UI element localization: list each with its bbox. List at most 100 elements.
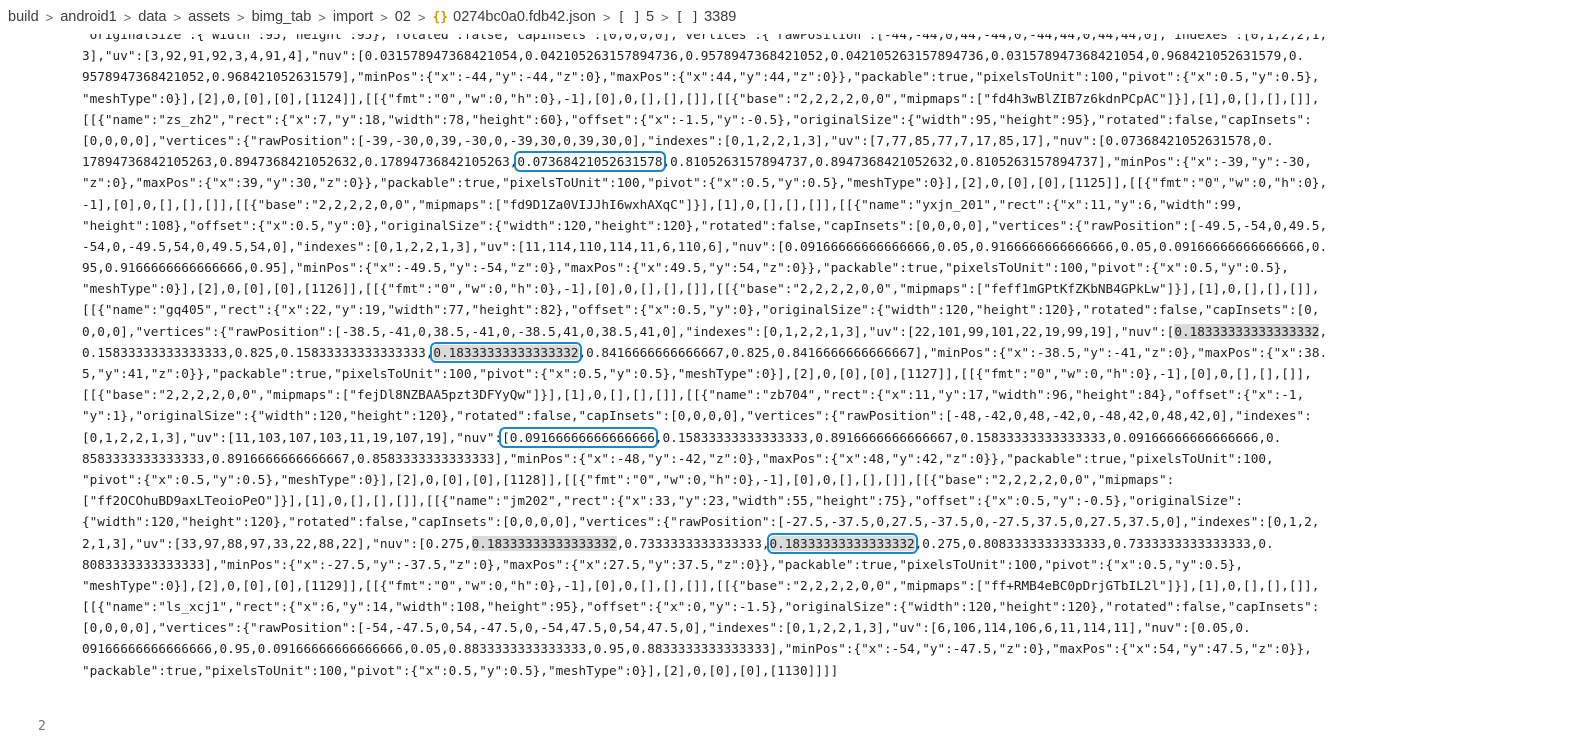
chevron-right-icon: > — [661, 9, 669, 25]
code-line[interactable]: ["ff2OCOhuBD9axLTeoioPeO"]}],[1],0,[],[]… — [82, 490, 1582, 511]
breadcrumb-item-assets[interactable]: assets — [186, 9, 232, 25]
code-line[interactable]: [0,0,0,0],"vertices":{"rawPosition":[-39… — [82, 130, 1582, 151]
code-text: "meshType":0}],[2],0,[0],[0],[1124]],[[{… — [82, 90, 1320, 106]
chevron-right-icon: > — [318, 9, 326, 25]
code-text: -1],[0],0,[],[],[]],[[{"base":"2,2,2,2,0… — [82, 196, 1244, 212]
code-text: "z":0},"maxPos":{"x":39,"y":30,"z":0}},"… — [82, 175, 1328, 191]
code-text: "y":1},"originalSize":{"width":120,"heig… — [82, 408, 1312, 424]
code-text: [[{"name":"ls_xcj1","rect":{"x":6,"y":14… — [82, 599, 1320, 615]
code-line[interactable]: -1],[0],0,[],[],[]],[[{"base":"2,2,2,2,0… — [82, 194, 1582, 215]
code-text: "originalSize":{"width":95,"height":95},… — [82, 34, 1328, 42]
code-line[interactable]: 9578947368421052,0.968421052631579],"min… — [82, 66, 1582, 87]
breadcrumb-item-import[interactable]: import — [331, 9, 375, 25]
node-label: 5 — [645, 9, 655, 25]
code-line[interactable]: {"width":120,"height":120},"rotated":fal… — [82, 511, 1582, 532]
code-text: [0,0,0,0],"vertices":{"rawPosition":[-39… — [82, 132, 1274, 148]
code-text: , — [1319, 323, 1328, 339]
code-text: ,0.275,0.8083333333333333,0.733333333333… — [914, 535, 1274, 551]
breadcrumb-item-android1[interactable]: android1 — [58, 9, 118, 25]
code-line[interactable]: 09166666666666666,0.95,0.091666666666666… — [82, 638, 1582, 659]
breadcrumb-item-build[interactable]: build — [6, 9, 41, 25]
breadcrumb-item-bimg-tab[interactable]: bimg_tab — [250, 9, 314, 25]
search-match-highlight: 0.18333333333333332 — [766, 532, 918, 554]
chevron-right-icon: > — [380, 9, 388, 25]
code-line[interactable]: 5,"y":41,"z":0}},"packable":true,"pixels… — [82, 363, 1582, 384]
selection-highlight: 0.18333333333333332 — [471, 535, 617, 551]
code-text: ,0.8105263157894737,0.8947368421052632,0… — [662, 154, 1312, 170]
code-text: 17894736842105263,0.8947368421052632,0.1… — [82, 154, 518, 170]
code-text: 0,0,0],"vertices":{"rawPosition":[-38.5,… — [82, 323, 1175, 339]
code-line[interactable]: 3],"uv":[3,92,91,92,3,4,91,4],"nuv":[0.0… — [82, 45, 1582, 66]
breadcrumb-item-node-3389[interactable]: [ ] 3389 — [674, 9, 739, 25]
chevron-right-icon: > — [417, 9, 426, 25]
code-line[interactable]: 8083333333333333],"minPos":{"x":-27.5,"y… — [82, 554, 1582, 575]
code-text: 2,1,3],"uv":[33,97,88,97,33,22,88,22],"n… — [82, 535, 472, 551]
code-text: "meshType":0}],[2],0,[0],[0],[1126]],[[{… — [82, 281, 1320, 297]
code-line[interactable]: "meshType":0}],[2],0,[0],[0],[1129]],[[{… — [82, 575, 1582, 596]
code-text: 8583333333333333,0.8916666666666667,0.85… — [82, 450, 1274, 466]
chevron-right-icon: > — [173, 9, 182, 25]
code-line[interactable]: [0,1,2,2,1,3],"uv":[11,103,107,103,11,19… — [82, 426, 1582, 448]
code-line[interactable]: "packable":true,"pixelsToUnit":100,"pivo… — [82, 660, 1582, 681]
code-text: "pivot":{"x":0.5,"y":0.5},"meshType":0}]… — [82, 471, 1175, 487]
breadcrumb-item-02[interactable]: 02 — [393, 9, 413, 25]
code-text: 8083333333333333],"minPos":{"x":-27.5,"y… — [82, 556, 1244, 572]
code-line[interactable]: "meshType":0}],[2],0,[0],[0],[1124]],[[{… — [82, 88, 1582, 109]
code-text: "packable":true,"pixelsToUnit":100,"pivo… — [82, 662, 839, 678]
chevron-right-icon: > — [123, 9, 132, 25]
code-text: [0,1,2,2,1,3],"uv":[11,103,107,103,11,19… — [82, 429, 503, 445]
breadcrumb: build > android1 > data > assets > bimg_… — [0, 0, 1589, 34]
file-name: 0274bc0a0.fdb42.json — [453, 9, 596, 25]
code-line[interactable]: 95,0.9166666666666666,0.95],"minPos":{"x… — [82, 257, 1582, 278]
code-line[interactable]: "height":108},"offset":{"x":0.5,"y":0},"… — [82, 215, 1582, 236]
code-line[interactable]: 0.15833333333333333,0.825,0.158333333333… — [82, 341, 1582, 363]
breadcrumb-item-data[interactable]: data — [136, 9, 168, 25]
code-line[interactable]: 17894736842105263,0.8947368421052632,0.1… — [82, 151, 1582, 173]
breadcrumb-item-node-5[interactable]: [ ] 5 — [615, 9, 656, 25]
json-file-icon: {} — [432, 10, 449, 25]
node-label: 3389 — [704, 9, 737, 25]
chevron-right-icon: > — [45, 9, 54, 25]
code-text: -54,0,-49.5,54,0,49.5,54,0],"indexes":[0… — [82, 238, 1328, 254]
chevron-right-icon: > — [237, 9, 245, 25]
code-line[interactable]: "y":1},"originalSize":{"width":120,"heig… — [82, 405, 1582, 426]
code-text: [[{"name":"gq405","rect":{"x":22,"y":19,… — [82, 302, 1320, 318]
search-match-highlight: [0.09166666666666666 — [499, 426, 658, 448]
code-line[interactable]: [[{"base":"2,2,2,2,0,0","mipmaps":["fejD… — [82, 384, 1582, 405]
code-text: ,0.15833333333333333,0.8916666666666667,… — [654, 429, 1282, 445]
code-text: [0,0,0,0],"vertices":{"rawPosition":[-54… — [82, 620, 1251, 636]
code-text: 0.15833333333333333,0.825,0.158333333333… — [82, 344, 434, 360]
code-text: "meshType":0}],[2],0,[0],[0],[1129]],[[{… — [82, 577, 1320, 593]
code-line[interactable]: "z":0},"maxPos":{"x":39,"y":30,"z":0}},"… — [82, 172, 1582, 193]
code-line[interactable]: "meshType":0}],[2],0,[0],[0],[1126]],[[{… — [82, 278, 1582, 299]
code-line[interactable]: 2,1,3],"uv":[33,97,88,97,33,22,88,22],"n… — [82, 532, 1582, 554]
code-line[interactable]: 8583333333333333,0.8916666666666667,0.85… — [82, 448, 1582, 469]
search-match-highlight: 0.18333333333333332 — [430, 341, 582, 363]
code-text: 5,"y":41,"z":0}},"packable":true,"pixels… — [82, 366, 1312, 381]
line-number-gutter: 2 — [0, 34, 60, 746]
code-content[interactable]: "originalSize":{"width":95,"height":95},… — [82, 34, 1582, 681]
code-editor[interactable]: 2 "originalSize":{"width":95,"height":95… — [0, 34, 1589, 746]
chevron-right-icon: > — [602, 9, 611, 25]
code-text: 3],"uv":[3,92,91,92,3,4,91,4],"nuv":[0.0… — [82, 48, 1305, 64]
code-line[interactable]: "pivot":{"x":0.5,"y":0.5},"meshType":0}]… — [82, 469, 1582, 490]
code-text: {"width":120,"height":120},"rotated":fal… — [82, 514, 1320, 530]
search-match-highlight: 0.07368421052631578 — [514, 151, 666, 173]
line-number: 2 — [38, 719, 46, 734]
selection-highlight: 0.18333333333333332 — [1174, 323, 1320, 339]
code-text: ,0.7333333333333333, — [616, 535, 770, 551]
array-icon: [ ] — [617, 10, 641, 25]
code-line[interactable]: [[{"name":"ls_xcj1","rect":{"x":6,"y":14… — [82, 596, 1582, 617]
breadcrumb-item-file[interactable]: {} 0274bc0a0.fdb42.json — [430, 9, 597, 25]
code-line[interactable]: [[{"name":"gq405","rect":{"x":22,"y":19,… — [82, 299, 1582, 320]
code-text: [[{"name":"zs_zh2","rect":{"x":7,"y":18,… — [82, 111, 1312, 127]
code-text: 9578947368421052,0.968421052631579],"min… — [82, 69, 1320, 85]
code-line[interactable]: 0,0,0],"vertices":{"rawPosition":[-38.5,… — [82, 321, 1582, 342]
code-text: 95,0.9166666666666666,0.95],"minPos":{"x… — [82, 260, 1289, 276]
code-line[interactable]: [[{"name":"zs_zh2","rect":{"x":7,"y":18,… — [82, 109, 1582, 130]
code-text: [[{"base":"2,2,2,2,0,0","mipmaps":["fejD… — [82, 387, 1305, 403]
array-icon: [ ] — [675, 10, 700, 25]
code-line[interactable]: [0,0,0,0],"vertices":{"rawPosition":[-54… — [82, 617, 1582, 638]
code-line[interactable]: -54,0,-49.5,54,0,49.5,54,0],"indexes":[0… — [82, 236, 1582, 257]
code-line[interactable]: "originalSize":{"width":95,"height":95},… — [82, 34, 1582, 45]
